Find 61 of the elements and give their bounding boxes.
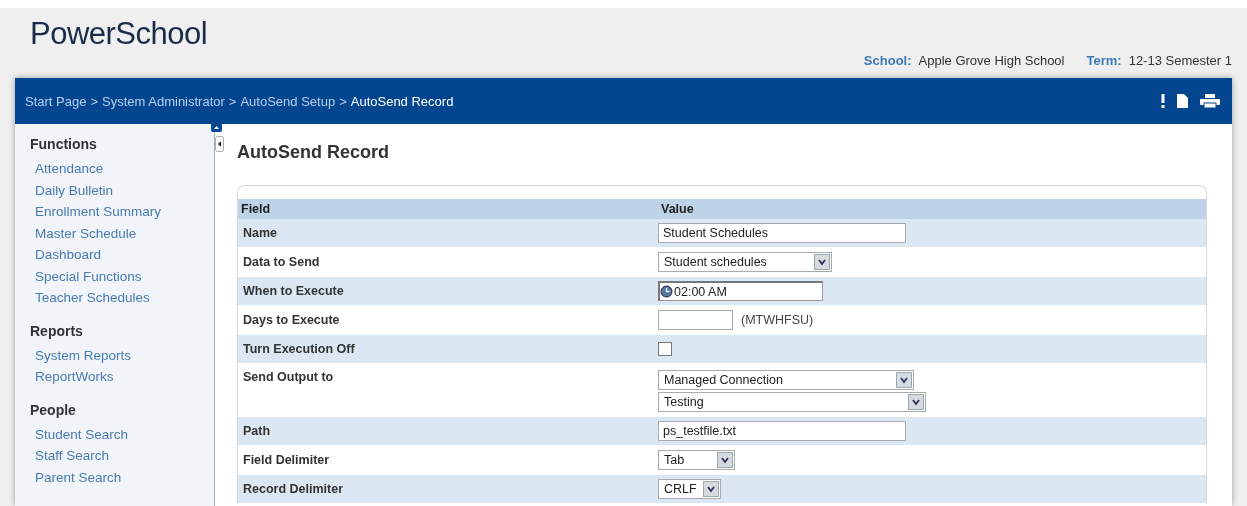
- breadcrumb-separator: >: [228, 93, 237, 109]
- printer-icon[interactable]: [1200, 94, 1220, 108]
- clock-icon: [660, 285, 673, 298]
- caret-icon: [702, 481, 719, 497]
- breadcrumb-link[interactable]: AutoSend Setup: [240, 93, 336, 109]
- sidebar-link[interactable]: Special Functions: [30, 265, 214, 287]
- sidebar-link[interactable]: Student Search: [30, 423, 214, 445]
- field-label: Send Output to: [242, 370, 335, 384]
- sidebar-link[interactable]: Enrollment Summary: [30, 201, 214, 223]
- caret-icon: [896, 372, 912, 388]
- sidebar-link[interactable]: Daily Bulletin: [30, 179, 214, 201]
- dropdown[interactable]: CRLF: [658, 479, 721, 499]
- page-title: AutoSend Record: [237, 142, 390, 163]
- context-value: 12-13 Semester 1: [1128, 53, 1232, 68]
- column-header: Value: [660, 202, 695, 216]
- field-label: Data to Send: [242, 255, 321, 269]
- field-label: Turn Execution Off: [242, 342, 356, 356]
- column-header: Field: [240, 202, 272, 216]
- page-icon[interactable]: [1177, 94, 1188, 108]
- caret-icon: [908, 394, 924, 410]
- dropdown[interactable]: Managed Connection: [658, 370, 914, 390]
- sidebar-link[interactable]: Staff Search: [30, 445, 214, 467]
- dropdown[interactable]: Student schedules: [658, 252, 832, 272]
- sidebar-link[interactable]: Parent Search: [30, 466, 214, 488]
- days-hint: (MTWHFSU): [741, 313, 814, 327]
- checkbox[interactable]: [658, 342, 672, 356]
- logo: PowerSchool: [30, 16, 208, 52]
- sidebar-link[interactable]: Master Schedule: [30, 222, 214, 244]
- breadcrumb-separator: >: [90, 93, 99, 109]
- context-value: Apple Grove High School: [918, 53, 1065, 68]
- field-label: Name: [242, 226, 279, 240]
- field-label: Days to Execute: [242, 313, 341, 327]
- sidebar-heading: Reports: [30, 322, 84, 339]
- breadcrumb-separator: >: [339, 93, 347, 109]
- breadcrumb-link[interactable]: AutoSend Record: [350, 93, 454, 109]
- field-label: Path: [242, 424, 272, 438]
- sidebar-heading: Functions: [30, 136, 98, 152]
- collapse-up-icon[interactable]: [211, 123, 222, 132]
- field-label: Record Delimiter: [242, 482, 345, 496]
- sidebar-link[interactable]: Attendance: [30, 158, 214, 180]
- breadcrumb-link[interactable]: System Administrator: [102, 93, 225, 109]
- field-label: When to Execute: [242, 284, 345, 298]
- sidebar-link[interactable]: Dashboard: [30, 244, 214, 266]
- sidebar-link[interactable]: System Reports: [30, 344, 214, 366]
- context-label: School:: [863, 53, 912, 68]
- text-field[interactable]: Student Schedules: [658, 223, 906, 243]
- sidebar-link[interactable]: Teacher Schedules: [30, 287, 214, 309]
- days-field[interactable]: [658, 310, 733, 330]
- collapse-left-icon[interactable]: [215, 136, 224, 152]
- caret-icon: [717, 452, 733, 468]
- context-label: Term:: [1086, 53, 1122, 68]
- text-field[interactable]: ps_testfile.txt: [658, 421, 906, 441]
- alert-icon[interactable]: [1161, 94, 1165, 108]
- breadcrumb-link[interactable]: Start Page: [25, 93, 87, 109]
- caret-icon: [814, 254, 830, 270]
- sidebar-heading: People: [30, 401, 77, 418]
- dropdown[interactable]: Testing: [658, 392, 926, 412]
- field-label: Field Delimiter: [242, 453, 331, 467]
- time-field[interactable]: 02:00 AM: [658, 281, 823, 301]
- sidebar-link[interactable]: ReportWorks: [30, 366, 214, 388]
- dropdown[interactable]: Tab: [658, 450, 735, 470]
